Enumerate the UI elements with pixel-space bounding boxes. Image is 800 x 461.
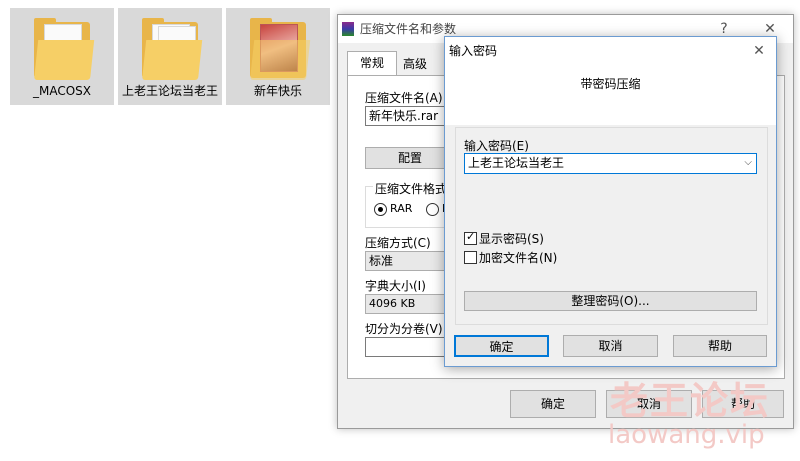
show-password-label: 显示密码(S) [479, 232, 544, 246]
desktop-folder-laowang[interactable]: 上老王论坛当老王 [118, 8, 222, 105]
watermark-title: 老王论坛 [610, 379, 771, 423]
password-dialog-title: 输入密码 [449, 44, 498, 58]
help-button[interactable]: 帮助 [673, 335, 767, 357]
password-input[interactable]: 上老王论坛当老王 ⌵ [464, 153, 757, 174]
desktop-item-label: 新年快乐 [253, 84, 302, 98]
profiles-button[interactable]: 配置 [365, 147, 455, 169]
folder-image-icon [250, 18, 311, 80]
encrypt-names-checkbox[interactable] [464, 251, 477, 264]
format-label: 压缩文件格式 [373, 180, 450, 197]
archive-dialog-title: 压缩文件名和参数 [360, 22, 457, 36]
dict-label: 字典大小(I) [365, 279, 426, 293]
password-dialog-titlebar: 输入密码 ✕ [445, 37, 776, 65]
desktop-item-label: 上老王论坛当老王 [121, 84, 218, 98]
password-label: 输入密码(E) [464, 139, 529, 153]
ok-button[interactable]: 确定 [454, 335, 549, 357]
encrypt-names-label: 加密文件名(N) [479, 251, 558, 265]
radio-other-format[interactable] [426, 203, 439, 216]
show-password-checkbox[interactable]: ✓ [464, 230, 477, 245]
radio-rar-label: RAR [390, 202, 413, 215]
desktop-folder-macosx[interactable]: _MACOSX [10, 8, 114, 105]
split-field[interactable] [365, 337, 455, 357]
winrar-icon [342, 22, 354, 36]
archive-name-label: 压缩文件名(A) [365, 91, 443, 105]
radio-rar[interactable] [374, 203, 387, 216]
split-label: 切分为分卷(V) [365, 322, 443, 336]
password-dialog-heading: 带密码压缩 [580, 77, 641, 91]
password-dialog: 输入密码 ✕ 带密码压缩 输入密码(E) 上老王论坛当老王 ⌵ ✓ 显示密码(S… [444, 36, 777, 367]
ok-button[interactable]: 确定 [510, 390, 596, 418]
folder-icon [34, 18, 95, 80]
close-icon[interactable]: ✕ [745, 37, 773, 65]
password-dialog-header [445, 65, 776, 125]
desktop-folder-newyear[interactable]: 新年快乐 [226, 8, 330, 105]
method-select[interactable]: 标准 [365, 251, 455, 271]
archive-name-field[interactable]: 新年快乐.rar [365, 106, 455, 126]
folder-icon [142, 18, 203, 80]
chevron-down-icon[interactable]: ⌵ [744, 154, 752, 172]
desktop-item-label: _MACOSX [32, 84, 91, 98]
dict-select[interactable]: 4096 KB [365, 294, 455, 314]
watermark-url: laowang.vip [608, 420, 765, 450]
check-icon: ✓ [466, 230, 476, 243]
method-label: 压缩方式(C) [365, 236, 431, 250]
cancel-button[interactable]: 取消 [563, 335, 658, 357]
tab-advanced[interactable]: 高级 [395, 53, 435, 75]
organize-passwords-button[interactable]: 整理密码(O)... [464, 291, 757, 311]
tab-general[interactable]: 常规 [347, 51, 397, 76]
